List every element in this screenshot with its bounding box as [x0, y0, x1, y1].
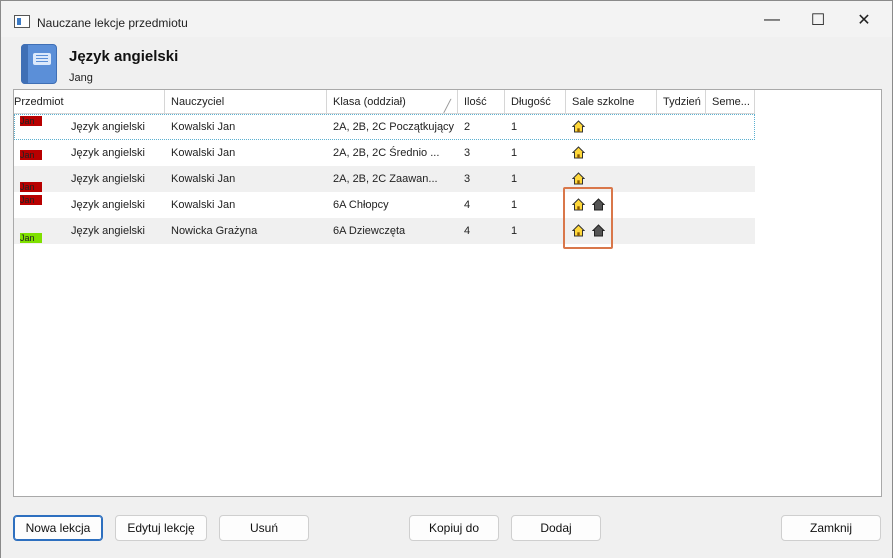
cell-teacher: Kowalski Jan	[171, 147, 236, 159]
cell-length: 1	[511, 173, 518, 185]
new-lesson-button[interactable]: Nowa lekcja	[13, 515, 103, 541]
delete-button[interactable]: Usuń	[219, 515, 309, 541]
cell-rooms	[566, 140, 657, 166]
cell-teacher: Kowalski Jan	[171, 121, 236, 133]
cell-semester	[706, 218, 755, 244]
cell-week	[657, 192, 706, 218]
table-row[interactable]: Jan Język angielski Kowalski Jan 2A, 2B, 2C…	[14, 114, 755, 140]
table-row[interactable]: Jan Język angielski Nowicka Grażyna 6A Dzie…	[14, 218, 755, 244]
add-button[interactable]: Dodaj	[511, 515, 601, 541]
cell-count: 4	[464, 225, 471, 237]
cell-count: 3	[464, 147, 471, 159]
maximize-icon: ☐	[810, 12, 826, 29]
close-window-button[interactable]: ✕	[841, 5, 887, 35]
cell-week	[657, 140, 706, 166]
cell-length: 1	[511, 199, 518, 211]
cell-rooms	[566, 114, 657, 140]
column-header-week[interactable]: Tydzień	[657, 90, 706, 114]
minimize-button[interactable]: —	[749, 5, 795, 35]
cell-subject: Jan Język angielski	[20, 173, 145, 192]
dialog-window: Nauczane lekcje przedmiotu — ☐ ✕ Język a…	[0, 0, 893, 558]
cell-semester	[706, 166, 755, 192]
column-header-semester[interactable]: Seme...	[706, 90, 755, 114]
book-icon	[21, 44, 57, 84]
cell-semester	[706, 114, 755, 140]
cell-subject: Jan Język angielski	[20, 147, 145, 160]
cell-class: 2A, 2B, 2C Początkujący	[333, 121, 455, 133]
close-button[interactable]: Zamknij	[781, 515, 881, 541]
column-header-subject[interactable]: Przedmiot	[14, 90, 165, 114]
cell-subject: Jan Język angielski	[20, 225, 145, 243]
subject-short-name: Jang	[69, 72, 93, 84]
lessons-grid[interactable]: Przedmiot Nauczyciel Klasa (oddział) ╱ Il…	[13, 89, 882, 497]
cell-class: 6A Dziewczęta	[333, 225, 406, 237]
cell-week	[657, 218, 706, 244]
cell-week	[657, 166, 706, 192]
table-row[interactable]: Jan Język angielski Kowalski Jan 2A, 2B, 2C…	[14, 140, 755, 166]
sort-indicator-icon: ╱	[443, 99, 451, 113]
cell-count: 2	[464, 121, 471, 133]
classroom-icon	[572, 120, 585, 133]
cell-subject: Jan Język angielski	[20, 116, 145, 133]
column-header-count[interactable]: Ilość	[458, 90, 505, 114]
classroom-icon	[572, 172, 585, 185]
cell-length: 1	[511, 147, 518, 159]
cell-count: 3	[464, 173, 471, 185]
column-header-teacher[interactable]: Nauczyciel	[165, 90, 327, 114]
column-header-rooms[interactable]: Sale szkolne	[566, 90, 657, 114]
title-bar: Nauczane lekcje przedmiotu — ☐ ✕	[1, 1, 892, 37]
cell-class: 2A, 2B, 2C Zaawan...	[333, 173, 438, 185]
maximize-button[interactable]: ☐	[795, 5, 841, 35]
app-window-icon	[14, 15, 30, 28]
lesson-color-tag: Jan	[20, 150, 42, 160]
cell-count: 4	[464, 199, 471, 211]
column-header-length[interactable]: Długość	[505, 90, 566, 114]
rooms-highlight-annotation	[563, 187, 613, 249]
cell-teacher: Kowalski Jan	[171, 199, 236, 211]
table-row[interactable]: Jan Język angielski Kowalski Jan 6A Chłopcy…	[14, 192, 755, 218]
cell-week	[657, 114, 706, 140]
cell-class: 2A, 2B, 2C Średnio ...	[333, 147, 440, 159]
edit-lesson-button[interactable]: Edytuj lekcję	[115, 515, 207, 541]
minimize-icon: —	[764, 11, 780, 28]
lesson-color-tag: Jan	[20, 182, 42, 192]
window-title: Nauczane lekcje przedmiotu	[37, 16, 188, 30]
cell-length: 1	[511, 121, 518, 133]
cell-teacher: Kowalski Jan	[171, 173, 236, 185]
lesson-color-tag: Jan	[20, 116, 42, 126]
cell-teacher: Nowicka Grażyna	[171, 225, 258, 237]
cell-length: 1	[511, 225, 518, 237]
table-row[interactable]: Jan Język angielski Kowalski Jan 2A, 2B, 2C…	[14, 166, 755, 192]
cell-semester	[706, 140, 755, 166]
cell-class: 6A Chłopcy	[333, 199, 389, 211]
column-header-class[interactable]: Klasa (oddział) ╱	[327, 90, 458, 114]
lesson-color-tag: Jan	[20, 233, 42, 243]
copy-to-button[interactable]: Kopiuj do	[409, 515, 499, 541]
lesson-color-tag: Jan	[20, 195, 42, 205]
cell-subject: Jan Język angielski	[20, 195, 145, 211]
subject-title: Język angielski	[69, 48, 179, 65]
classroom-icon	[572, 146, 585, 159]
cell-semester	[706, 192, 755, 218]
grid-header: Przedmiot Nauczyciel Klasa (oddział) ╱ Il…	[14, 90, 755, 114]
close-icon: ✕	[857, 12, 871, 29]
